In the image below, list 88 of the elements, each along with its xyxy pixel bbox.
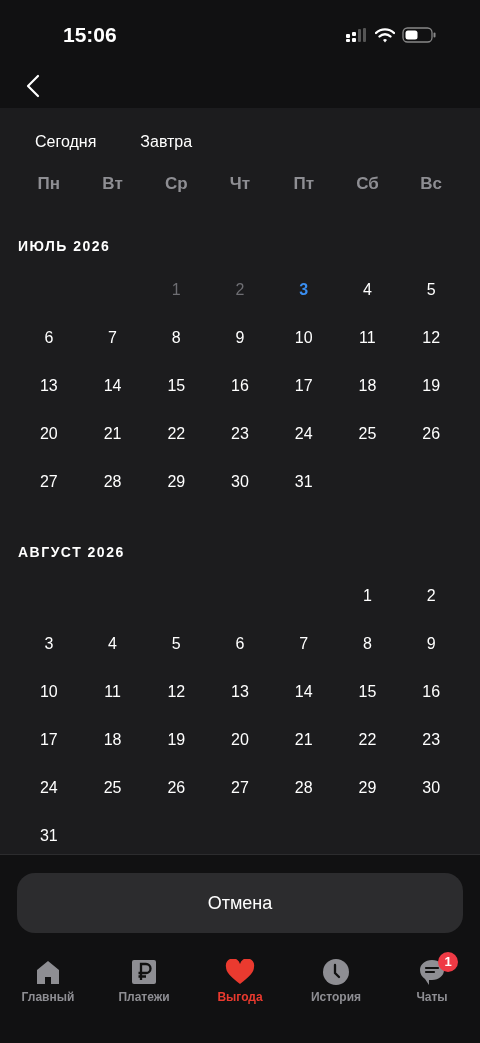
heart-icon	[225, 959, 255, 985]
calendar-day[interactable]: 3	[293, 277, 315, 303]
weekday-label: Чт	[229, 174, 251, 194]
tab-bar-item[interactable]: 1 Чаты	[387, 951, 477, 1017]
calendar-day[interactable]: 7	[102, 325, 123, 351]
weekday-label: Сб	[356, 174, 379, 194]
calendar-day[interactable]: 25	[352, 421, 383, 447]
weekday-label: Вс	[420, 174, 442, 194]
calendar-day[interactable]: 18	[352, 373, 383, 399]
tab-bar-item[interactable]: История	[291, 951, 381, 1017]
calendar-day[interactable]: 27	[225, 775, 255, 801]
tab-bar-item[interactable]: Платежи	[99, 951, 189, 1017]
calendar-day[interactable]: 28	[97, 469, 128, 495]
calendar-day[interactable]: 24	[33, 775, 64, 801]
calendar-day[interactable]: 12	[416, 325, 447, 351]
calendar-day[interactable]: 26	[161, 775, 192, 801]
calendar-day[interactable]: 21	[97, 421, 128, 447]
calendar-day[interactable]: 29	[161, 469, 192, 495]
calendar-day[interactable]: 14	[97, 373, 128, 399]
calendar-day[interactable]: 16	[225, 373, 255, 399]
back-icon[interactable]	[26, 74, 40, 98]
calendar-day[interactable]: 4	[102, 631, 123, 657]
wifi-icon	[375, 27, 395, 43]
calendar-day[interactable]: 9	[420, 631, 442, 657]
calendar-day[interactable]: 17	[288, 373, 319, 399]
chat-icon	[418, 958, 446, 986]
calendar-day[interactable]: 25	[97, 775, 128, 801]
calendar-day[interactable]: 30	[416, 775, 447, 801]
calendar-day[interactable]: 14	[288, 679, 319, 705]
battery-icon	[402, 27, 436, 43]
weekday-label: Вт	[102, 174, 123, 194]
calendar-day[interactable]: 7	[293, 631, 315, 657]
calendar-day[interactable]: 13	[33, 373, 64, 399]
signal-icon	[346, 28, 368, 42]
status-time: 15:06	[63, 23, 117, 47]
calendar-day[interactable]: 4	[356, 277, 378, 303]
month-title: АВГУСТ 2026	[17, 543, 126, 562]
weekday-label: Ср	[164, 174, 188, 194]
quick-date-button[interactable]: Завтра	[122, 129, 211, 155]
calendar-day[interactable]: 23	[225, 421, 255, 447]
calendar-day[interactable]: 19	[416, 373, 447, 399]
weekday-label: Пт	[293, 174, 314, 194]
unread-badge: 1	[438, 952, 458, 972]
calendar-day[interactable]: 2	[420, 583, 442, 609]
calendar-day[interactable]: 5	[420, 277, 442, 303]
calendar-day[interactable]: 18	[97, 727, 128, 753]
calendar-day[interactable]: 31	[33, 823, 64, 849]
calendar-day[interactable]: 6	[38, 325, 60, 351]
calendar-day[interactable]: 22	[161, 421, 192, 447]
calendar-day[interactable]: 22	[352, 727, 383, 753]
weekday-label: Пн	[37, 174, 61, 194]
calendar-day[interactable]: 30	[225, 469, 255, 495]
calendar-day[interactable]: 20	[225, 727, 255, 753]
calendar-day[interactable]: 13	[225, 679, 255, 705]
calendar-day[interactable]: 12	[161, 679, 192, 705]
calendar-day[interactable]: 21	[288, 727, 319, 753]
clock-icon	[322, 958, 350, 986]
calendar-day[interactable]: 8	[165, 325, 187, 351]
calendar-day[interactable]: 10	[288, 325, 319, 351]
calendar-day[interactable]: 16	[416, 679, 447, 705]
calendar-day[interactable]: 8	[356, 631, 378, 657]
month-title: ИЮЛЬ 2026	[17, 237, 112, 256]
calendar-day[interactable]: 29	[352, 775, 383, 801]
tab-bar-item[interactable]: Выгода	[195, 951, 285, 1017]
calendar-day[interactable]: 3	[38, 631, 60, 657]
calendar-day[interactable]: 1	[356, 583, 378, 609]
calendar-day[interactable]: 9	[229, 325, 251, 351]
calendar-day[interactable]: 26	[416, 421, 447, 447]
quick-date-button[interactable]: Сегодня	[17, 129, 115, 155]
calendar-day[interactable]: 10	[33, 679, 64, 705]
calendar-day[interactable]: 20	[33, 421, 64, 447]
cancel-button[interactable]: Отмена	[17, 873, 463, 933]
calendar-day[interactable]: 15	[161, 373, 192, 399]
calendar-day[interactable]: 6	[229, 631, 251, 657]
calendar-day[interactable]: 28	[288, 775, 319, 801]
calendar-day[interactable]: 17	[33, 727, 64, 753]
calendar-day[interactable]: 24	[288, 421, 319, 447]
calendar-day[interactable]: 11	[353, 325, 382, 351]
tab-bar-item[interactable]: Главный	[3, 951, 93, 1017]
calendar-day[interactable]: 23	[416, 727, 447, 753]
calendar-day[interactable]: 11	[98, 679, 127, 705]
calendar-day[interactable]: 27	[33, 469, 64, 495]
calendar-day[interactable]: 15	[352, 679, 383, 705]
ruble-icon	[130, 958, 158, 986]
calendar-day[interactable]: 19	[161, 727, 192, 753]
calendar-day[interactable]: 31	[288, 469, 319, 495]
home-icon	[34, 958, 62, 986]
calendar-day[interactable]: 5	[165, 631, 187, 657]
